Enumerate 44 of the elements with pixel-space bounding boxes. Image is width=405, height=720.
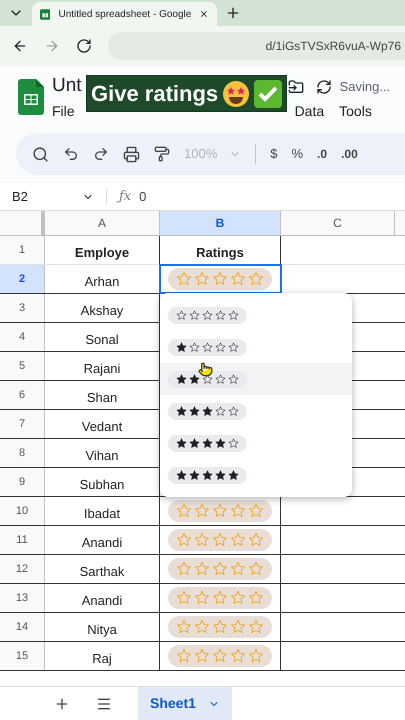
column-header[interactable]: A: [45, 211, 160, 235]
menu-item[interactable]: Data: [294, 100, 324, 122]
table-cell: Ibadat: [45, 497, 160, 525]
sheet-tab[interactable]: Sheet1: [138, 686, 232, 720]
row-number[interactable]: 12: [0, 555, 45, 583]
name-box[interactable]: B2: [0, 186, 82, 206]
increase-decimal-button[interactable]: .00: [341, 145, 358, 163]
table-cell: Raj: [45, 642, 160, 670]
table-cell: Arhan: [45, 265, 160, 293]
menu-item[interactable]: File: [52, 100, 75, 122]
row-number[interactable]: 8: [0, 439, 45, 467]
row-number[interactable]: 15: [0, 642, 45, 670]
row-number[interactable]: 13: [0, 584, 45, 612]
menu-item[interactable]: Tools: [339, 100, 372, 122]
browser-tab[interactable]: Untitled spreadsheet - Google: [32, 2, 217, 26]
row-number[interactable]: 7: [0, 410, 45, 438]
document-title[interactable]: Unt: [52, 72, 82, 101]
row-number[interactable]: 3: [0, 294, 45, 322]
row-number[interactable]: 9: [0, 468, 45, 496]
formula-field[interactable]: 0: [139, 186, 146, 206]
column-header[interactable]: B: [160, 211, 281, 235]
table-cell: Ratings: [160, 236, 281, 264]
caption-text: Give ratings: [91, 80, 218, 108]
row-number[interactable]: 14: [0, 613, 45, 641]
table-cell: Sarthak: [45, 555, 160, 583]
save-status: Saving...: [340, 78, 390, 96]
table-cell: Employe: [45, 236, 160, 264]
row-number[interactable]: 10: [0, 497, 45, 525]
row-number[interactable]: 4: [0, 323, 45, 351]
table-cell: Anandi: [45, 584, 160, 612]
column-header[interactable]: C: [281, 211, 395, 235]
currency-button[interactable]: $: [270, 144, 278, 164]
percent-button[interactable]: %: [291, 144, 304, 164]
table-cell: Anandi: [45, 526, 160, 554]
function-icon: ƒx: [119, 186, 132, 206]
row-number[interactable]: 2: [0, 265, 45, 293]
row-number[interactable]: 6: [0, 381, 45, 409]
address-field[interactable]: d/1iGsTVSxR6vuA-Wp76: [108, 32, 405, 60]
tab-title: Untitled spreadsheet - Google: [58, 8, 192, 22]
row-number[interactable]: 5: [0, 352, 45, 380]
table-cell: Nitya: [45, 613, 160, 641]
row-number[interactable]: 1: [0, 236, 45, 264]
row-number[interactable]: 11: [0, 526, 45, 554]
decrease-decimal-button[interactable]: .0: [317, 145, 328, 163]
